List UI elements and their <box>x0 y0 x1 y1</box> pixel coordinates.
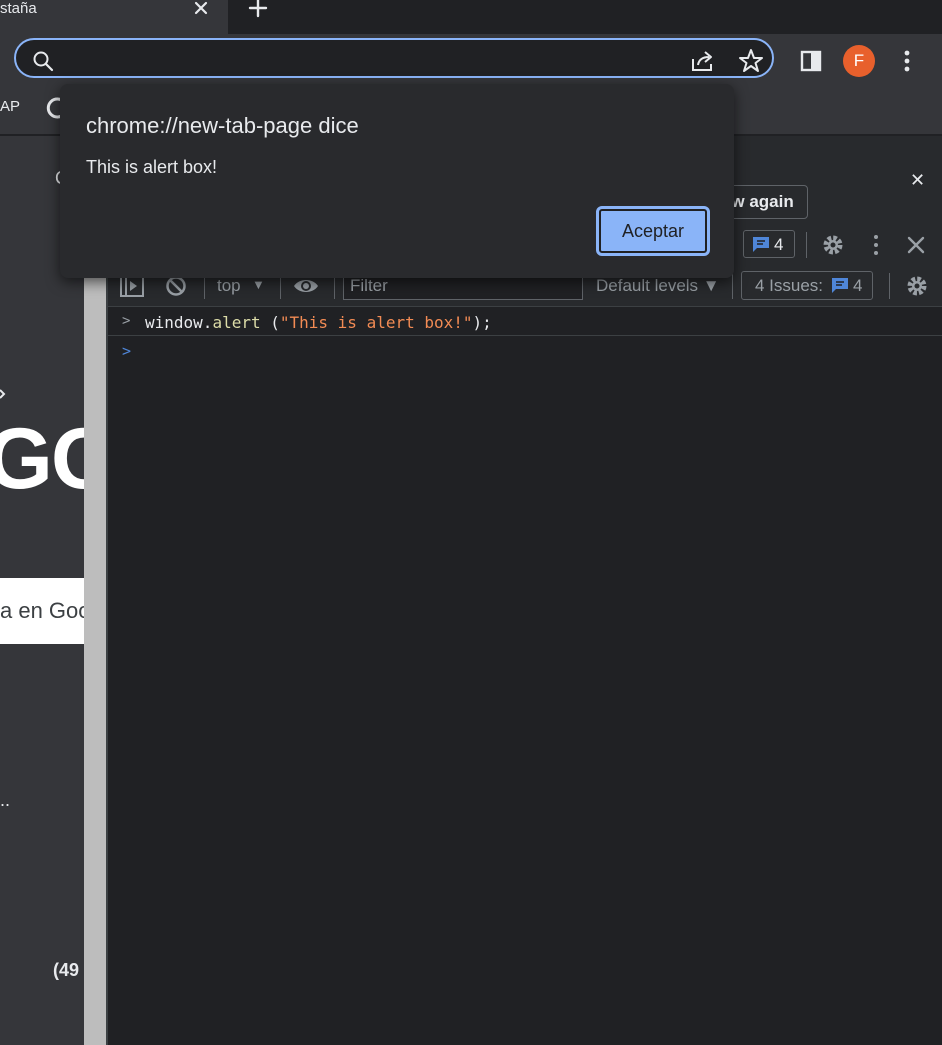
clear-console-icon[interactable] <box>165 275 187 297</box>
console-command: window.alert ("This is alert box!"); <box>145 313 492 332</box>
page-text-fragment: .. <box>0 790 11 810</box>
separator <box>806 232 807 258</box>
settings-gear-icon[interactable] <box>821 233 845 257</box>
search-icon <box>32 50 54 72</box>
messages-count: 4 <box>774 235 784 254</box>
message-icon <box>752 236 770 253</box>
command-token: ); <box>472 313 492 332</box>
console-settings-gear-icon[interactable] <box>905 274 929 298</box>
infobar-close-icon[interactable]: ✕ <box>910 170 925 191</box>
alert-title: chrome://new-tab-page dice <box>86 113 359 138</box>
context-selector[interactable]: top <box>217 276 241 296</box>
profile-avatar[interactable]: F <box>843 45 875 77</box>
alert-message: This is alert box! <box>86 157 218 177</box>
issues-message-icon <box>831 277 849 294</box>
sidebar-toggle-icon[interactable] <box>120 275 144 297</box>
command-token: ( <box>260 313 280 332</box>
console-input-prompt-icon[interactable]: > <box>122 342 131 360</box>
search-box-placeholder: a en Goo <box>0 598 91 623</box>
address-bar[interactable] <box>14 38 774 78</box>
close-devtools-icon[interactable] <box>907 236 925 254</box>
issues-count: 4 <box>853 276 863 295</box>
separator <box>732 273 733 299</box>
tab-title: staña <box>0 0 37 17</box>
tab-close-icon[interactable] <box>193 0 211 16</box>
bookmark-label[interactable]: AP <box>0 98 20 115</box>
share-icon[interactable] <box>690 49 716 73</box>
chevron-right-icon: > <box>122 313 131 329</box>
command-token: window. <box>145 313 213 332</box>
arrow-fragment-icon <box>0 388 6 400</box>
devtools-menu-icon[interactable] <box>872 234 880 256</box>
page-count-fragment: (49 <box>53 960 80 980</box>
log-levels-dropdown[interactable]: Default levels ▼ <box>596 276 720 296</box>
command-string: "This is alert box!" <box>279 313 473 332</box>
new-tab-button[interactable] <box>247 0 269 18</box>
live-expression-eye-icon[interactable] <box>293 277 319 295</box>
separator <box>889 273 890 299</box>
alert-ok-button[interactable]: Aceptar <box>596 206 710 256</box>
command-function: alert <box>212 313 261 332</box>
issues-label: 4 Issues: <box>755 276 824 295</box>
menu-kebab-icon[interactable] <box>903 50 911 72</box>
bookmark-star-icon[interactable] <box>738 48 764 74</box>
side-panel-icon[interactable] <box>800 50 822 72</box>
chevron-down-icon[interactable]: ▼ <box>252 277 265 292</box>
